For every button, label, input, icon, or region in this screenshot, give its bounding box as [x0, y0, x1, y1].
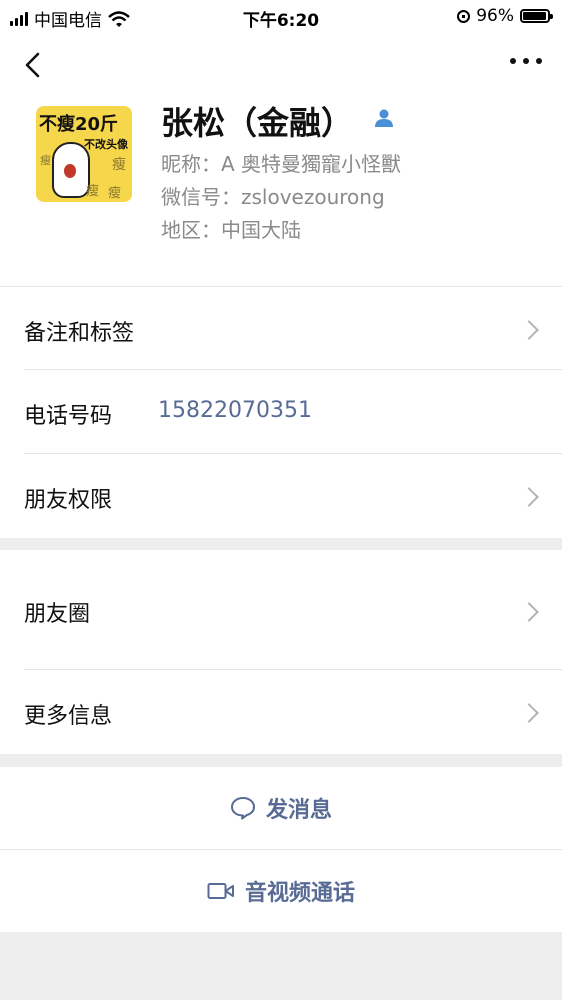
back-icon[interactable]: [22, 50, 48, 80]
contact-badge-icon: [375, 109, 393, 127]
battery-percent: 96%: [476, 6, 514, 26]
row-phone[interactable]: 电话号码 15822070351: [0, 370, 562, 454]
row-label: 朋友圈: [24, 602, 91, 627]
chevron-right-icon: [519, 320, 539, 340]
row-moments[interactable]: 朋友圈: [0, 550, 562, 670]
av-call-label: 音视频通话: [244, 881, 355, 906]
more-options-icon[interactable]: [510, 56, 542, 66]
rotation-lock-icon: [457, 9, 471, 23]
battery-icon: [520, 9, 553, 23]
send-message-label: 发消息: [265, 798, 332, 823]
profile-header: 不瘦20斤 不改头像 瘦 瘦 瘦 瘦 张松（金融） 昵称：A 奥特曼獨寵小怪獸 …: [0, 34, 562, 286]
row-friend-permissions[interactable]: 朋友权限: [0, 454, 562, 538]
avatar-mouth: [64, 164, 76, 178]
chevron-right-icon: [519, 602, 539, 622]
row-more-info[interactable]: 更多信息: [0, 670, 562, 754]
chevron-right-icon: [519, 487, 539, 507]
av-call-button[interactable]: 音视频通话: [0, 850, 562, 932]
video-camera-icon: [207, 883, 234, 899]
row-label: 更多信息: [24, 704, 113, 729]
row-label: 备注和标签: [24, 321, 135, 346]
avatar[interactable]: 不瘦20斤 不改头像 瘦 瘦 瘦 瘦: [36, 106, 132, 202]
avatar-char: 瘦: [86, 184, 100, 199]
status-bar: 中国电信 下午6:20 96%: [0, 0, 562, 34]
wechat-id: 微信号：zslovezourong: [161, 185, 385, 209]
avatar-char: 瘦: [40, 154, 51, 167]
avatar-char: 瘦: [112, 157, 126, 173]
row-label: 电话号码: [24, 404, 113, 429]
display-name: 张松（金融）: [161, 104, 354, 142]
nickname: 昵称：A 奥特曼獨寵小怪獸: [161, 152, 402, 176]
region: 地区：中国大陆: [161, 218, 301, 242]
status-right: 96%: [457, 6, 553, 26]
send-message-button[interactable]: 发消息: [0, 767, 562, 849]
chat-bubble-icon: [230, 797, 255, 820]
avatar-char: 瘦: [108, 186, 122, 201]
phone-number[interactable]: 15822070351: [158, 398, 312, 423]
avatar-caption-sub: 不改头像: [84, 138, 128, 151]
row-remark-tags[interactable]: 备注和标签: [0, 286, 562, 370]
avatar-caption-main: 不瘦20斤: [39, 114, 119, 135]
row-label: 朋友权限: [24, 488, 113, 513]
chevron-right-icon: [519, 703, 539, 723]
